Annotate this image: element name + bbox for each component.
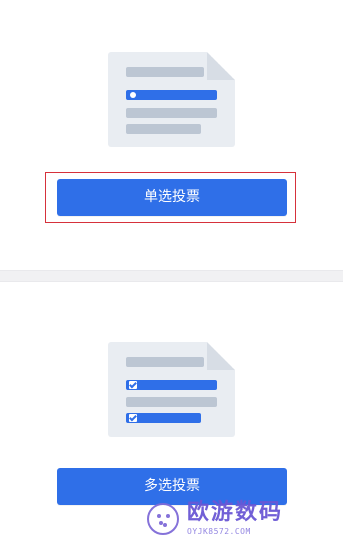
- selected-option-bar: [126, 90, 217, 100]
- option-bar: [126, 124, 201, 134]
- single-choice-vote-button[interactable]: 单选投票: [57, 179, 287, 216]
- radio-selected-icon: [130, 92, 136, 98]
- checked-option-bar: [126, 380, 217, 390]
- watermark-subtitle: OYJK8572.COM: [187, 527, 251, 536]
- checked-option-bar: [126, 413, 201, 423]
- vote-type-selection-page: 单选投票 多选投票 欧游数码 OYJK8572.COM: [0, 0, 343, 548]
- option-bar: [126, 397, 217, 407]
- document-header-bar: [126, 67, 204, 77]
- checkmark-icon: [129, 414, 137, 422]
- smiley-logo-icon: [147, 503, 179, 535]
- option-bar: [126, 108, 217, 118]
- watermark: 欧游数码 OYJK8572.COM: [147, 494, 339, 544]
- document-fold: [207, 342, 235, 370]
- watermark-text: 欧游数码 OYJK8572.COM: [187, 502, 283, 536]
- section-divider: [0, 270, 343, 282]
- single-choice-document-icon: [108, 52, 235, 147]
- multi-choice-document-icon: [108, 342, 235, 437]
- checkmark-icon: [129, 381, 137, 389]
- document-header-bar: [126, 357, 204, 367]
- watermark-title: 欧游数码: [187, 500, 284, 525]
- document-fold: [207, 52, 235, 80]
